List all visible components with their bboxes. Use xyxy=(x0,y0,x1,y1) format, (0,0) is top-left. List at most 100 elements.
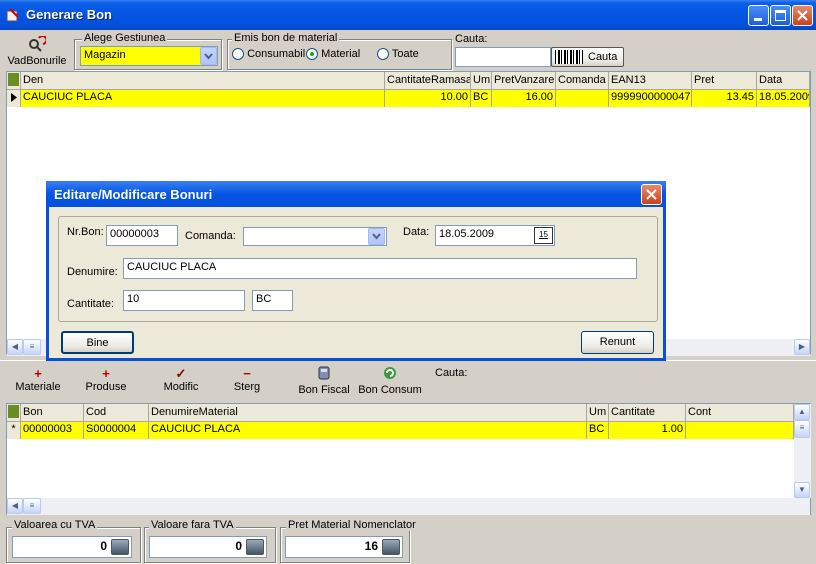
bottom-search-label: Cauta: xyxy=(435,367,468,379)
calculator-icon[interactable] xyxy=(382,539,400,555)
bottom-horizontal-scrollbar[interactable]: ◀ ≡ xyxy=(7,498,810,515)
table-row[interactable]: CAUCIUC PLACA 10.00 BC 16.00 99999000000… xyxy=(7,90,810,107)
scroll-thumb[interactable]: ≡ xyxy=(794,420,810,438)
col-comanda[interactable]: Comanda xyxy=(556,72,609,90)
cell-cantitate-ramasa[interactable]: 10.00 xyxy=(385,90,471,107)
bottom-grid-header: Bon Cod DenumireMaterial Um Cantitate Co… xyxy=(7,404,794,422)
search-refresh-icon xyxy=(29,35,48,52)
bon-fiscal-button[interactable]: Bon Fiscal xyxy=(293,365,355,396)
radio-material-circle[interactable] xyxy=(306,48,318,61)
col-den[interactable]: Den xyxy=(21,72,385,90)
dialog-close-button[interactable] xyxy=(641,184,662,205)
produse-button[interactable]: + Produse xyxy=(76,367,136,394)
minimize-button[interactable] xyxy=(748,5,769,26)
vad-bonurile-button[interactable]: VadBonurile xyxy=(6,35,68,67)
cell-bon[interactable]: 00000003 xyxy=(21,422,84,439)
maximize-button[interactable] xyxy=(770,5,791,26)
nr-bon-input[interactable]: 00000003 xyxy=(106,225,178,246)
col-bon[interactable]: Bon xyxy=(21,404,84,422)
cell-den[interactable]: CAUCIUC PLACA xyxy=(21,90,385,107)
emis-label: Emis bon de material xyxy=(232,32,340,44)
col-um[interactable]: Um xyxy=(471,72,492,90)
title-bar: Generare Bon xyxy=(0,0,816,30)
table-row[interactable]: * 00000003 S0000004 CAUCIUC PLACA BC 1.0… xyxy=(7,422,794,439)
col-data[interactable]: Data xyxy=(757,72,810,90)
search-label: Cauta: xyxy=(455,33,488,45)
calendar-icon[interactable]: 15 xyxy=(534,227,553,244)
materiale-button[interactable]: + Materiale xyxy=(8,367,68,394)
scroll-up-icon[interactable]: ▲ xyxy=(794,404,810,420)
actions-toolbar: + Materiale + Produse ✓ Modific − Sterg … xyxy=(0,360,816,402)
row-new-icon: * xyxy=(7,422,21,439)
col-cont[interactable]: Cont xyxy=(686,404,794,422)
bon-fiscal-label: Bon Fiscal xyxy=(298,384,350,396)
comanda-select[interactable] xyxy=(243,227,387,246)
search-button[interactable]: Cauta xyxy=(551,47,624,67)
cell-cod[interactable]: S0000004 xyxy=(84,422,149,439)
cell-cont[interactable] xyxy=(686,422,794,439)
scroll-down-icon[interactable]: ▼ xyxy=(794,482,810,498)
scroll-thumb[interactable]: ≡ xyxy=(23,498,41,514)
col-pret[interactable]: Pret xyxy=(692,72,757,90)
cell-cantitate[interactable]: 1.00 xyxy=(609,422,686,439)
um-input[interactable]: BC xyxy=(252,290,293,311)
radio-toate-label: Toate xyxy=(391,48,419,60)
col-denumire-material[interactable]: DenumireMaterial xyxy=(149,404,587,422)
sterg-button[interactable]: − Sterg xyxy=(217,366,277,394)
col-cantitate-ramasa[interactable]: CantitateRamasa xyxy=(385,72,471,90)
col-pret-vanzare[interactable]: PretVanzare xyxy=(492,72,556,90)
cu-tva-value: 0 xyxy=(100,539,107,553)
gestiune-value: Magazin xyxy=(84,49,126,61)
scroll-left-icon[interactable]: ◀ xyxy=(7,498,23,514)
nr-bon-label: Nr.Bon: xyxy=(67,226,104,238)
minus-icon: − xyxy=(243,366,251,381)
radio-consumabil[interactable]: Consumabil xyxy=(232,48,305,61)
denumire-input[interactable]: CAUCIUC PLACA xyxy=(123,258,637,279)
cell-comanda[interactable] xyxy=(556,90,609,107)
bottom-grid: Bon Cod DenumireMaterial Um Cantitate Co… xyxy=(6,403,811,515)
comanda-label: Comanda: xyxy=(185,230,236,242)
col-um[interactable]: Um xyxy=(587,404,609,422)
bon-consum-button[interactable]: Bon Consum xyxy=(355,365,425,396)
barcode-icon xyxy=(555,50,583,64)
top-grid-header: Den CantitateRamasa Um PretVanzare Coman… xyxy=(7,72,810,90)
select-all-icon[interactable] xyxy=(7,72,21,90)
cell-pret-vanzare[interactable]: 16.00 xyxy=(492,90,556,107)
calculator-icon[interactable] xyxy=(111,539,129,555)
radio-toate[interactable]: Toate xyxy=(377,48,419,61)
ok-button[interactable]: Bine xyxy=(61,331,134,354)
scroll-right-icon[interactable]: ▶ xyxy=(794,339,810,355)
cell-data[interactable]: 18.05.2009 xyxy=(757,90,810,107)
scroll-left-icon[interactable]: ◀ xyxy=(7,339,23,355)
col-cantitate[interactable]: Cantitate xyxy=(609,404,686,422)
cell-pret[interactable]: 13.45 xyxy=(692,90,757,107)
radio-material-label: Material xyxy=(321,48,361,60)
bottom-vertical-scrollbar[interactable]: ▲ ≡ ▼ xyxy=(794,404,811,498)
modific-button[interactable]: ✓ Modific xyxy=(151,367,211,394)
cell-um[interactable]: BC xyxy=(587,422,609,439)
produse-label: Produse xyxy=(85,381,127,393)
cantitate-input[interactable]: 10 xyxy=(123,290,245,311)
gestiune-select[interactable]: Magazin xyxy=(80,46,218,66)
cell-ean13[interactable]: 9999900000047 xyxy=(609,90,692,107)
cantitate-label: Cantitate: xyxy=(67,298,115,310)
modific-label: Modific xyxy=(163,381,199,393)
radio-material[interactable]: Material xyxy=(306,48,361,61)
col-ean13[interactable]: EAN13 xyxy=(609,72,692,90)
denumire-label: Denumire: xyxy=(67,266,118,278)
cell-denumire-material[interactable]: CAUCIUC PLACA xyxy=(149,422,587,439)
chevron-down-icon[interactable] xyxy=(368,228,385,245)
select-all-icon[interactable] xyxy=(7,404,21,422)
cancel-button[interactable]: Renunt xyxy=(581,331,654,354)
scroll-thumb[interactable]: ≡ xyxy=(23,339,41,355)
chevron-down-icon[interactable] xyxy=(200,47,217,65)
vad-bonurile-label: VadBonurile xyxy=(7,55,67,67)
radio-consumabil-circle[interactable] xyxy=(232,48,244,61)
search-input[interactable] xyxy=(455,47,551,67)
cell-um[interactable]: BC xyxy=(471,90,492,107)
pret-label: Pret Material Nomenclator xyxy=(286,519,418,531)
calculator-icon[interactable] xyxy=(246,539,264,555)
radio-toate-circle[interactable] xyxy=(377,48,389,61)
close-button[interactable] xyxy=(792,5,813,26)
col-cod[interactable]: Cod xyxy=(84,404,149,422)
